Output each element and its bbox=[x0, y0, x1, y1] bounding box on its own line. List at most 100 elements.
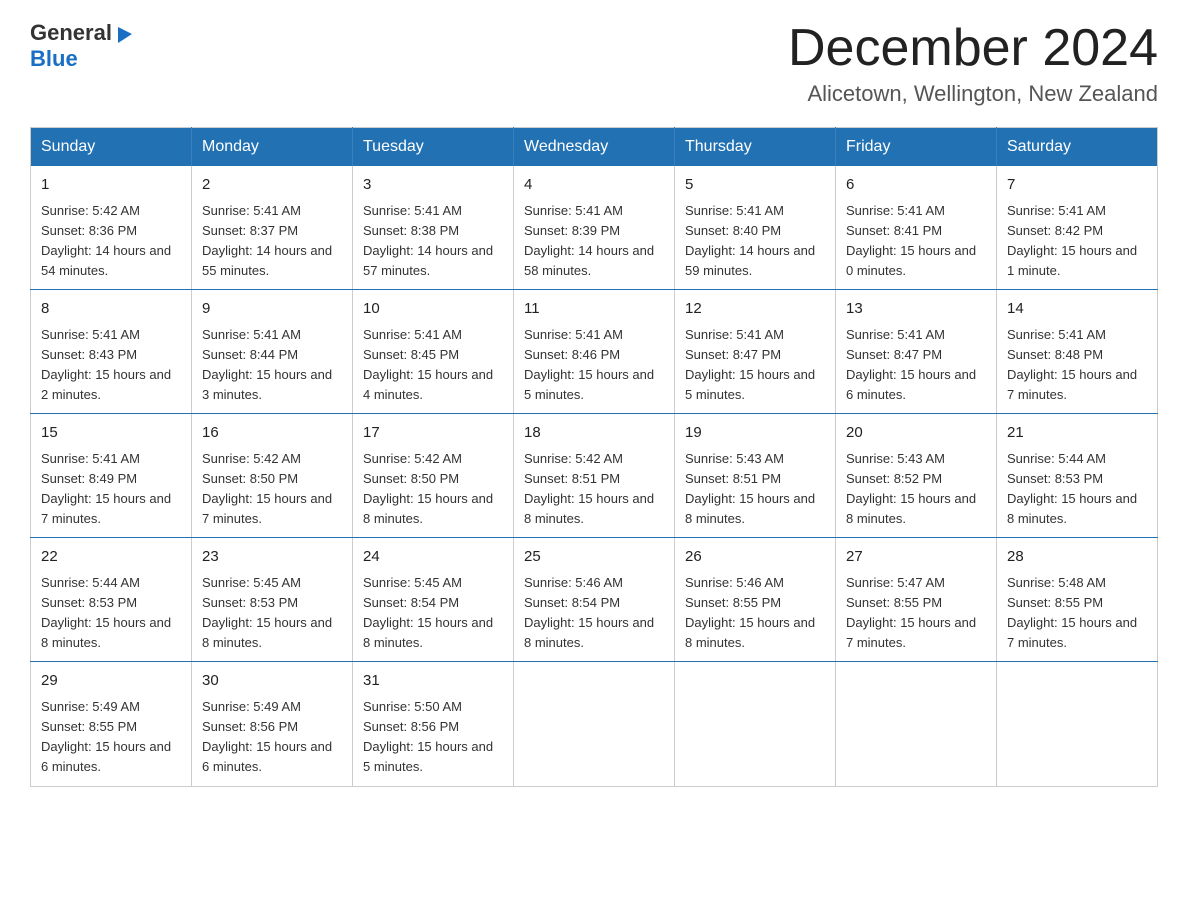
day-number: 17 bbox=[363, 422, 503, 445]
day-number: 8 bbox=[41, 298, 181, 321]
day-number: 3 bbox=[363, 174, 503, 197]
day-number: 24 bbox=[363, 546, 503, 569]
day-number: 27 bbox=[846, 546, 986, 569]
day-info: Sunrise: 5:41 AMSunset: 8:42 PMDaylight:… bbox=[1007, 203, 1137, 278]
calendar-cell: 26 Sunrise: 5:46 AMSunset: 8:55 PMDayligh… bbox=[675, 538, 836, 662]
day-number: 5 bbox=[685, 174, 825, 197]
day-number: 25 bbox=[524, 546, 664, 569]
calendar-cell: 17 Sunrise: 5:42 AMSunset: 8:50 PMDayligh… bbox=[353, 414, 514, 538]
calendar-header-wednesday: Wednesday bbox=[514, 128, 675, 167]
calendar-week-row: 1Sunrise: 5:42 AMSunset: 8:36 PMDaylight… bbox=[31, 166, 1158, 290]
calendar-cell: 23 Sunrise: 5:45 AMSunset: 8:53 PMDayligh… bbox=[192, 538, 353, 662]
day-info: Sunrise: 5:41 AMSunset: 8:38 PMDaylight:… bbox=[363, 203, 493, 278]
calendar-cell: 11 Sunrise: 5:41 AMSunset: 8:46 PMDayligh… bbox=[514, 290, 675, 414]
calendar-cell: 13 Sunrise: 5:41 AMSunset: 8:47 PMDayligh… bbox=[836, 290, 997, 414]
day-number: 15 bbox=[41, 422, 181, 445]
day-info: Sunrise: 5:44 AMSunset: 8:53 PMDaylight:… bbox=[41, 575, 171, 650]
calendar-cell: 21Sunrise: 5:44 AMSunset: 8:53 PMDayligh… bbox=[997, 414, 1158, 538]
calendar-cell: 22 Sunrise: 5:44 AMSunset: 8:53 PMDayligh… bbox=[31, 538, 192, 662]
page-header: General Blue December 2024 Alicetown, We… bbox=[30, 20, 1158, 107]
calendar-cell: 24 Sunrise: 5:45 AMSunset: 8:54 PMDayligh… bbox=[353, 538, 514, 662]
day-info: Sunrise: 5:43 AMSunset: 8:51 PMDaylight:… bbox=[685, 451, 815, 526]
day-info: Sunrise: 5:41 AMSunset: 8:43 PMDaylight:… bbox=[41, 327, 171, 402]
calendar-cell: 25 Sunrise: 5:46 AMSunset: 8:54 PMDayligh… bbox=[514, 538, 675, 662]
title-area: December 2024 Alicetown, Wellington, New… bbox=[788, 20, 1158, 107]
day-info: Sunrise: 5:49 AMSunset: 8:55 PMDaylight:… bbox=[41, 699, 171, 774]
calendar-cell: 1Sunrise: 5:42 AMSunset: 8:36 PMDaylight… bbox=[31, 166, 192, 290]
day-number: 14 bbox=[1007, 298, 1147, 321]
location-text: Alicetown, Wellington, New Zealand bbox=[788, 81, 1158, 107]
day-number: 29 bbox=[41, 670, 181, 693]
month-title: December 2024 bbox=[788, 20, 1158, 77]
day-info: Sunrise: 5:42 AMSunset: 8:50 PMDaylight:… bbox=[363, 451, 493, 526]
calendar-table: SundayMondayTuesdayWednesdayThursdayFrid… bbox=[30, 127, 1158, 786]
calendar-cell: 10 Sunrise: 5:41 AMSunset: 8:45 PMDayligh… bbox=[353, 290, 514, 414]
day-number: 19 bbox=[685, 422, 825, 445]
calendar-header-row: SundayMondayTuesdayWednesdayThursdayFrid… bbox=[31, 128, 1158, 167]
calendar-cell: 2 Sunrise: 5:41 AMSunset: 8:37 PMDaylight… bbox=[192, 166, 353, 290]
day-number: 10 bbox=[363, 298, 503, 321]
calendar-cell: 30 Sunrise: 5:49 AMSunset: 8:56 PMDayligh… bbox=[192, 662, 353, 786]
day-number: 28 bbox=[1007, 546, 1147, 569]
day-number: 26 bbox=[685, 546, 825, 569]
calendar-cell: 29 Sunrise: 5:49 AMSunset: 8:55 PMDayligh… bbox=[31, 662, 192, 786]
day-number: 2 bbox=[202, 174, 342, 197]
calendar-cell: 7 Sunrise: 5:41 AMSunset: 8:42 PMDaylight… bbox=[997, 166, 1158, 290]
day-number: 16 bbox=[202, 422, 342, 445]
day-number: 11 bbox=[524, 298, 664, 321]
day-info: Sunrise: 5:41 AMSunset: 8:49 PMDaylight:… bbox=[41, 451, 171, 526]
calendar-cell: 4Sunrise: 5:41 AMSunset: 8:39 PMDaylight… bbox=[514, 166, 675, 290]
day-info: Sunrise: 5:41 AMSunset: 8:44 PMDaylight:… bbox=[202, 327, 332, 402]
day-info: Sunrise: 5:41 AMSunset: 8:46 PMDaylight:… bbox=[524, 327, 654, 402]
day-number: 12 bbox=[685, 298, 825, 321]
calendar-cell: 3 Sunrise: 5:41 AMSunset: 8:38 PMDaylight… bbox=[353, 166, 514, 290]
logo: General Blue bbox=[30, 20, 136, 72]
day-info: Sunrise: 5:45 AMSunset: 8:53 PMDaylight:… bbox=[202, 575, 332, 650]
day-info: Sunrise: 5:41 AMSunset: 8:48 PMDaylight:… bbox=[1007, 327, 1137, 402]
calendar-header-friday: Friday bbox=[836, 128, 997, 167]
day-info: Sunrise: 5:46 AMSunset: 8:55 PMDaylight:… bbox=[685, 575, 815, 650]
day-number: 9 bbox=[202, 298, 342, 321]
day-info: Sunrise: 5:46 AMSunset: 8:54 PMDaylight:… bbox=[524, 575, 654, 650]
calendar-header-tuesday: Tuesday bbox=[353, 128, 514, 167]
day-info: Sunrise: 5:41 AMSunset: 8:47 PMDaylight:… bbox=[685, 327, 815, 402]
day-number: 23 bbox=[202, 546, 342, 569]
day-number: 1 bbox=[41, 174, 181, 197]
calendar-cell bbox=[514, 662, 675, 786]
calendar-cell: 12 Sunrise: 5:41 AMSunset: 8:47 PMDayligh… bbox=[675, 290, 836, 414]
calendar-cell bbox=[836, 662, 997, 786]
calendar-week-row: 8 Sunrise: 5:41 AMSunset: 8:43 PMDaylight… bbox=[31, 290, 1158, 414]
calendar-cell: 31 Sunrise: 5:50 AMSunset: 8:56 PMDayligh… bbox=[353, 662, 514, 786]
day-number: 7 bbox=[1007, 174, 1147, 197]
day-number: 22 bbox=[41, 546, 181, 569]
logo-triangle-icon bbox=[114, 23, 136, 45]
day-info: Sunrise: 5:49 AMSunset: 8:56 PMDaylight:… bbox=[202, 699, 332, 774]
day-number: 30 bbox=[202, 670, 342, 693]
calendar-cell: 15 Sunrise: 5:41 AMSunset: 8:49 PMDayligh… bbox=[31, 414, 192, 538]
day-info: Sunrise: 5:48 AMSunset: 8:55 PMDaylight:… bbox=[1007, 575, 1137, 650]
day-info: Sunrise: 5:41 AMSunset: 8:45 PMDaylight:… bbox=[363, 327, 493, 402]
day-info: Sunrise: 5:41 AMSunset: 8:40 PMDaylight:… bbox=[685, 203, 815, 278]
calendar-cell: 27Sunrise: 5:47 AMSunset: 8:55 PMDayligh… bbox=[836, 538, 997, 662]
day-number: 13 bbox=[846, 298, 986, 321]
calendar-cell: 20Sunrise: 5:43 AMSunset: 8:52 PMDayligh… bbox=[836, 414, 997, 538]
day-info: Sunrise: 5:41 AMSunset: 8:37 PMDaylight:… bbox=[202, 203, 332, 278]
calendar-cell: 6Sunrise: 5:41 AMSunset: 8:41 PMDaylight… bbox=[836, 166, 997, 290]
day-info: Sunrise: 5:45 AMSunset: 8:54 PMDaylight:… bbox=[363, 575, 493, 650]
day-info: Sunrise: 5:41 AMSunset: 8:41 PMDaylight:… bbox=[846, 203, 976, 278]
calendar-cell: 14 Sunrise: 5:41 AMSunset: 8:48 PMDayligh… bbox=[997, 290, 1158, 414]
calendar-header-monday: Monday bbox=[192, 128, 353, 167]
calendar-cell: 16Sunrise: 5:42 AMSunset: 8:50 PMDayligh… bbox=[192, 414, 353, 538]
day-info: Sunrise: 5:41 AMSunset: 8:47 PMDaylight:… bbox=[846, 327, 976, 402]
calendar-cell: 9 Sunrise: 5:41 AMSunset: 8:44 PMDaylight… bbox=[192, 290, 353, 414]
day-number: 31 bbox=[363, 670, 503, 693]
calendar-cell: 28 Sunrise: 5:48 AMSunset: 8:55 PMDayligh… bbox=[997, 538, 1158, 662]
day-info: Sunrise: 5:50 AMSunset: 8:56 PMDaylight:… bbox=[363, 699, 493, 774]
logo-blue-text: Blue bbox=[30, 46, 78, 72]
day-info: Sunrise: 5:44 AMSunset: 8:53 PMDaylight:… bbox=[1007, 451, 1137, 526]
logo-general-text: General bbox=[30, 20, 112, 46]
calendar-week-row: 15 Sunrise: 5:41 AMSunset: 8:49 PMDayligh… bbox=[31, 414, 1158, 538]
calendar-header-saturday: Saturday bbox=[997, 128, 1158, 167]
calendar-header-sunday: Sunday bbox=[31, 128, 192, 167]
calendar-cell bbox=[997, 662, 1158, 786]
